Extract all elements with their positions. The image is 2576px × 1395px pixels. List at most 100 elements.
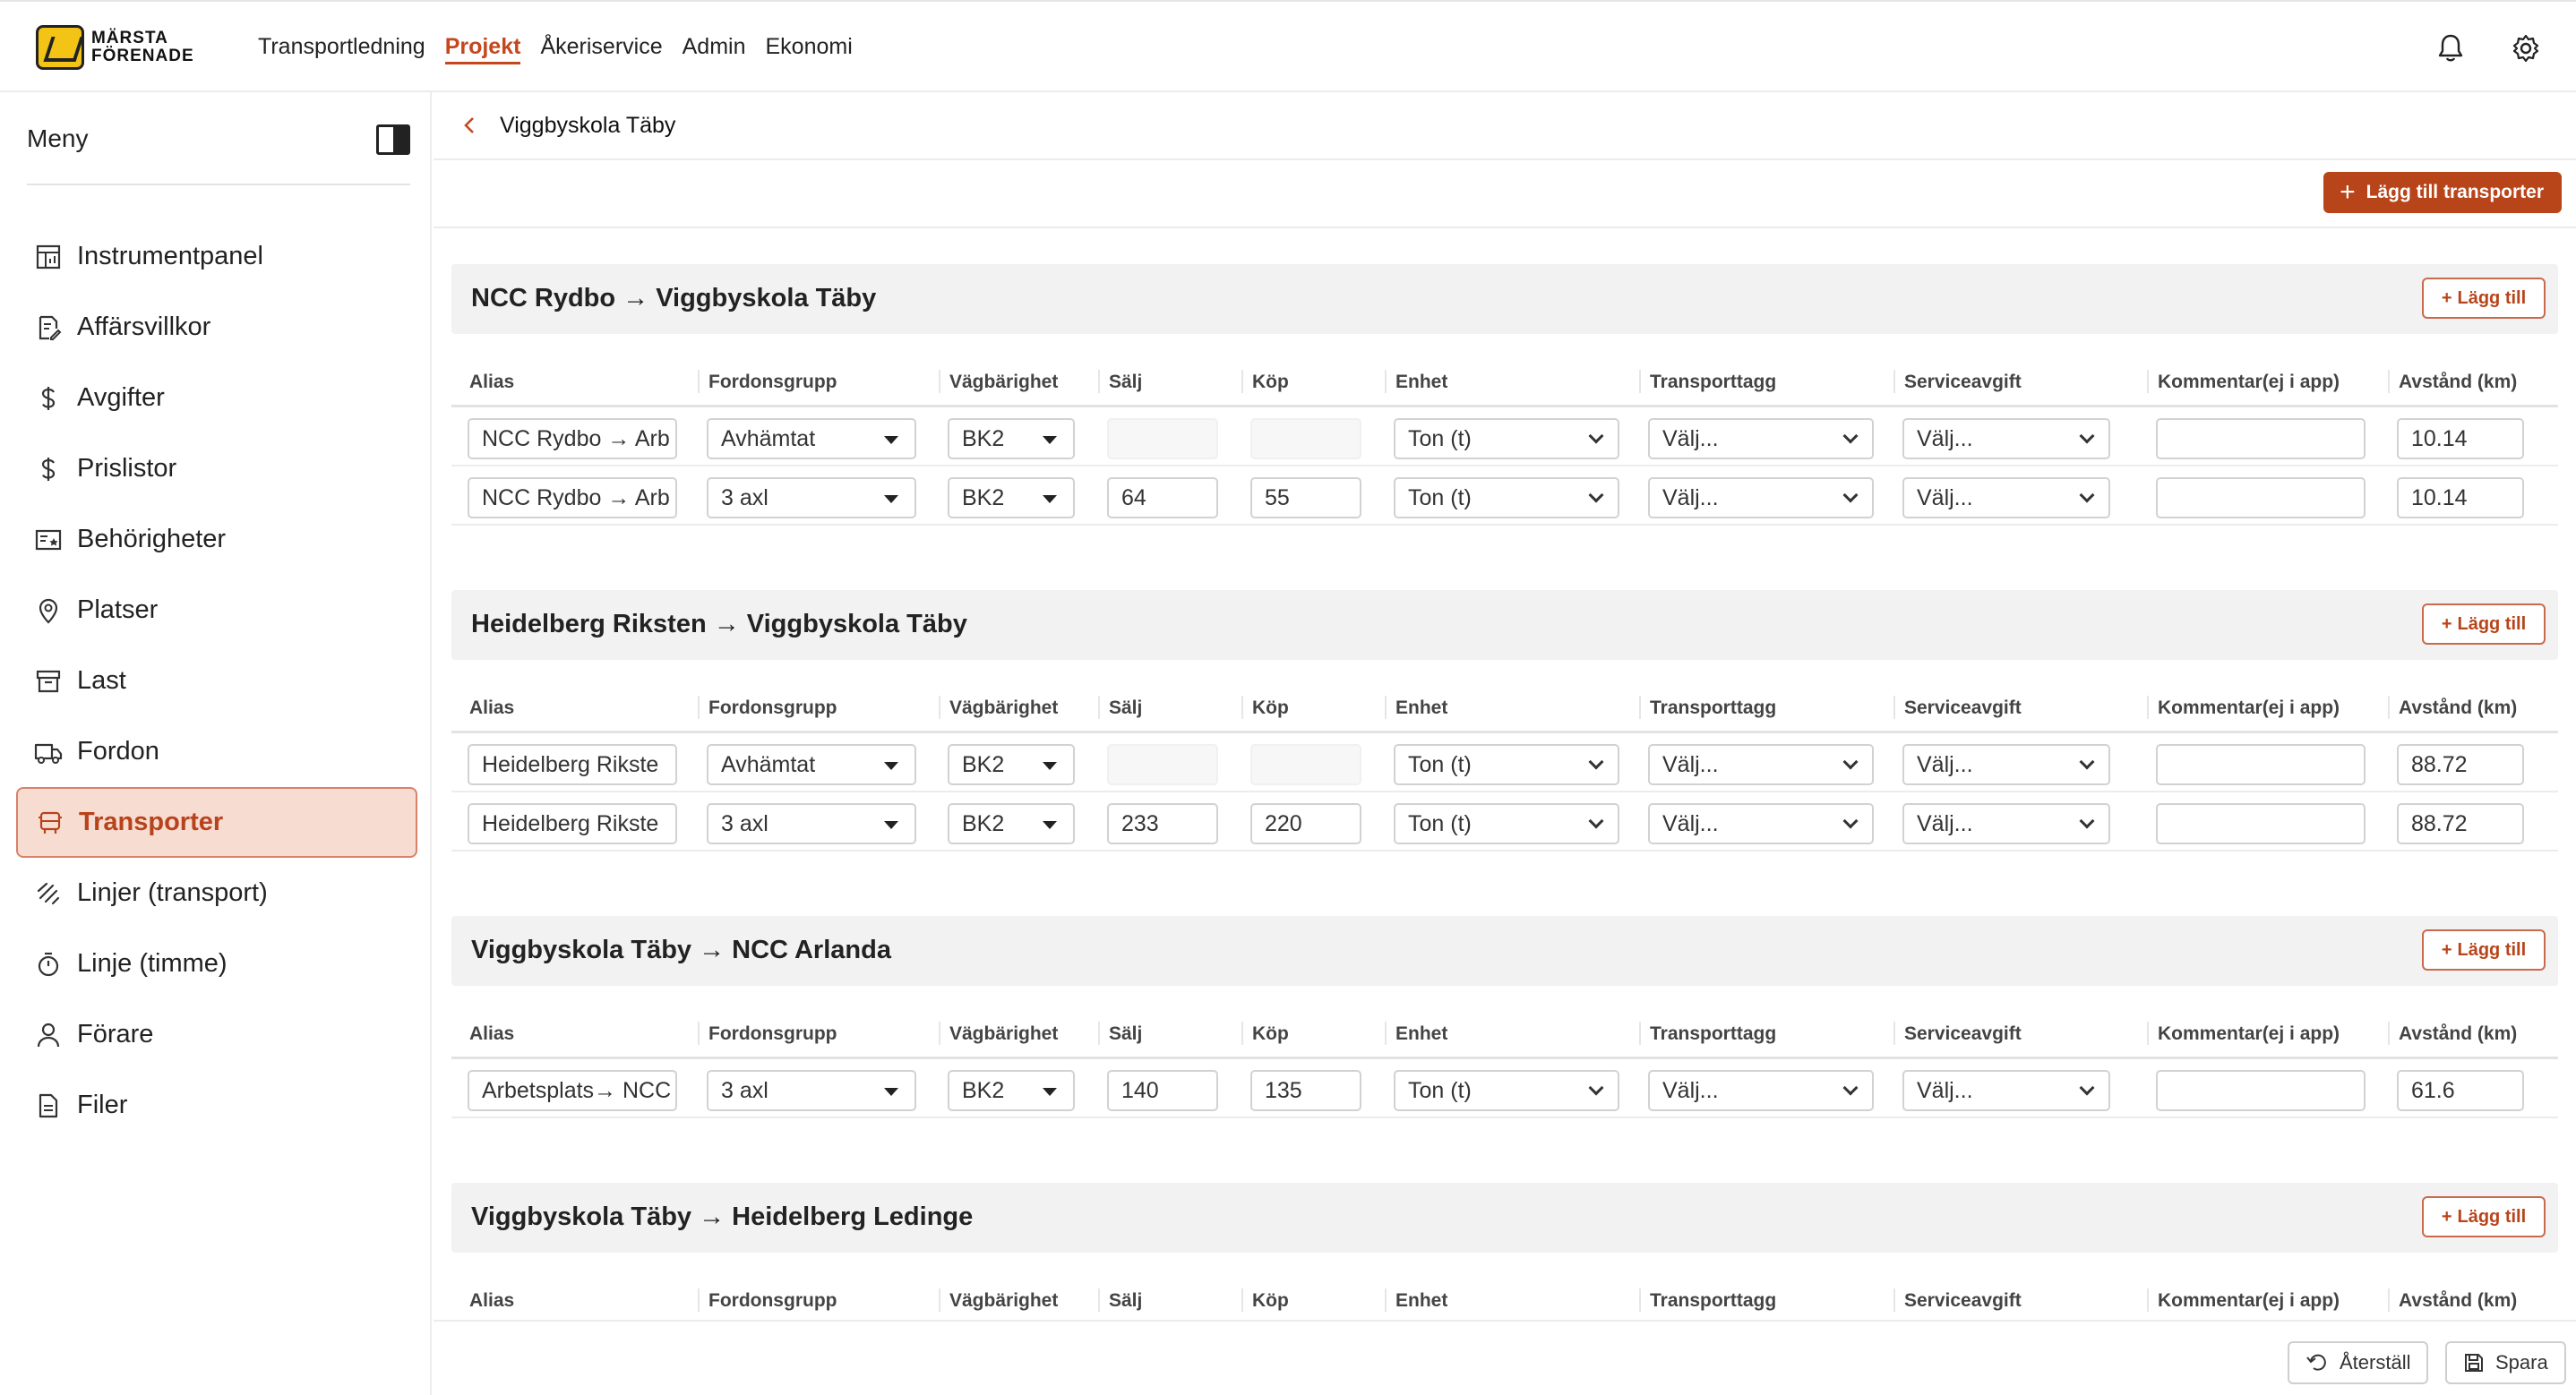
add-row-button[interactable]: + Lägg till bbox=[2422, 603, 2546, 645]
sidebar-item-prislistor[interactable]: Prislistor bbox=[16, 433, 417, 504]
serviceavgift-select[interactable]: Välj... bbox=[1902, 418, 2110, 459]
fordonsgrupp-select[interactable]: 3 axl bbox=[707, 477, 916, 518]
kommentar-input[interactable] bbox=[2156, 744, 2366, 785]
kommentar-input[interactable] bbox=[2156, 803, 2366, 844]
serviceavgift-select[interactable]: Välj... bbox=[1902, 803, 2110, 844]
alias-input[interactable]: Arbetsplats→ NCC bbox=[468, 1070, 677, 1111]
kommentar-input[interactable] bbox=[2156, 1070, 2366, 1111]
topnav-akeriservice[interactable]: Åkeriservice bbox=[540, 34, 662, 64]
plus-icon: + bbox=[2441, 287, 2452, 308]
kop-input[interactable] bbox=[1250, 744, 1361, 785]
kommentar-input[interactable] bbox=[2156, 418, 2366, 459]
avstand-input[interactable]: 61.6 bbox=[2397, 1070, 2524, 1111]
serviceavgift-select[interactable]: Välj... bbox=[1902, 477, 2110, 518]
topnav-ekonomi[interactable]: Ekonomi bbox=[765, 34, 852, 64]
kop-input[interactable] bbox=[1250, 418, 1361, 459]
chevron-down-icon bbox=[1842, 813, 1859, 829]
transporttagg-select[interactable]: Välj... bbox=[1648, 1070, 1874, 1111]
kop-input[interactable]: 220 bbox=[1250, 803, 1361, 844]
topnav-transportledning[interactable]: Transportledning bbox=[258, 34, 425, 64]
sidebar-toggle-icon[interactable] bbox=[376, 124, 410, 155]
fordonsgrupp-select[interactable]: 3 axl bbox=[707, 803, 916, 844]
sidebar-item-transporter[interactable]: Transporter bbox=[16, 787, 417, 858]
transporttagg-select[interactable]: Välj... bbox=[1648, 803, 1874, 844]
enhet-select[interactable]: Ton (t) bbox=[1394, 418, 1619, 459]
vagbarighet-select[interactable]: BK2 bbox=[948, 477, 1075, 518]
topnav-admin[interactable]: Admin bbox=[683, 34, 746, 64]
salj-input[interactable]: 140 bbox=[1107, 1070, 1218, 1111]
bell-icon[interactable] bbox=[2434, 32, 2467, 64]
enhet-select[interactable]: Ton (t) bbox=[1394, 1070, 1619, 1111]
back-chevron-icon[interactable] bbox=[455, 111, 484, 140]
transporttagg-select[interactable]: Välj... bbox=[1648, 477, 1874, 518]
column-divider bbox=[1385, 1288, 1387, 1312]
save-button[interactable]: Spara bbox=[2445, 1341, 2566, 1384]
sidebar-item-avgifter[interactable]: Avgifter bbox=[16, 363, 417, 433]
sidebar-item-behorigheter[interactable]: Behörigheter bbox=[16, 504, 417, 575]
kop-input[interactable]: 55 bbox=[1250, 477, 1361, 518]
salj-input[interactable] bbox=[1107, 418, 1218, 459]
add-row-button[interactable]: + Lägg till bbox=[2422, 278, 2546, 319]
add-transports-button[interactable]: + Lägg till transporter bbox=[2323, 172, 2562, 213]
column-divider bbox=[1241, 696, 1243, 719]
transporttagg-select[interactable]: Välj... bbox=[1648, 744, 1874, 785]
kop-value: 55 bbox=[1265, 484, 1290, 510]
alias-input[interactable]: Heidelberg Rikste bbox=[468, 744, 677, 785]
add-row-button[interactable]: + Lägg till bbox=[2422, 1196, 2546, 1237]
sidebar-item-platser[interactable]: Platser bbox=[16, 575, 417, 646]
enhet-select[interactable]: Ton (t) bbox=[1394, 477, 1619, 518]
reset-button[interactable]: Återställ bbox=[2288, 1341, 2429, 1384]
vagbarighet-select[interactable]: BK2 bbox=[948, 418, 1075, 459]
caret-down-icon bbox=[1043, 1088, 1057, 1096]
brand-logo[interactable]: MÄRSTA FÖRENADE bbox=[36, 25, 194, 70]
caret-down-icon bbox=[1043, 762, 1057, 770]
sidebar-item-affarsvillkor[interactable]: Affärsvillkor bbox=[16, 292, 417, 363]
fordonsgrupp-select[interactable]: 3 axl bbox=[707, 1070, 916, 1111]
chevron-down-icon bbox=[1588, 487, 1604, 503]
enhet-select[interactable]: Ton (t) bbox=[1394, 803, 1619, 844]
vagbarighet-select[interactable]: BK2 bbox=[948, 803, 1075, 844]
fordonsgrupp-select[interactable]: Avhämtat bbox=[707, 744, 916, 785]
sidebar-item-filer[interactable]: Filer bbox=[16, 1070, 417, 1141]
avstand-input[interactable]: 88.72 bbox=[2397, 803, 2524, 844]
column-divider bbox=[939, 696, 940, 719]
brand-line-1: MÄRSTA bbox=[91, 29, 168, 47]
salj-input[interactable]: 233 bbox=[1107, 803, 1218, 844]
route-section: Heidelberg Riksten → Viggbyskola Täby + Lä… bbox=[451, 590, 2558, 852]
alias-input[interactable]: NCC Rydbo → Arb bbox=[468, 418, 677, 459]
avstand-input[interactable]: 88.72 bbox=[2397, 744, 2524, 785]
column-divider bbox=[1098, 370, 1100, 393]
gear-icon[interactable] bbox=[2510, 32, 2542, 64]
dashboard-icon bbox=[34, 243, 63, 271]
salj-input[interactable]: 64 bbox=[1107, 477, 1218, 518]
add-row-button[interactable]: + Lägg till bbox=[2422, 929, 2546, 971]
sidebar-item-linje-timme[interactable]: Linje (timme) bbox=[16, 929, 417, 999]
avstand-input[interactable]: 10.14 bbox=[2397, 477, 2524, 518]
avstand-input[interactable]: 10.14 bbox=[2397, 418, 2524, 459]
vagbarighet-select[interactable]: BK2 bbox=[948, 1070, 1075, 1111]
enhet-select[interactable]: Ton (t) bbox=[1394, 744, 1619, 785]
chevron-down-icon bbox=[1842, 1080, 1859, 1096]
vagbarighet-select[interactable]: BK2 bbox=[948, 744, 1075, 785]
alias-input[interactable]: NCC Rydbo → Arb bbox=[468, 477, 677, 518]
transporttagg-select[interactable]: Välj... bbox=[1648, 418, 1874, 459]
sidebar-item-linjer-transport[interactable]: Linjer (transport) bbox=[16, 858, 417, 929]
sidebar-item-forare[interactable]: Förare bbox=[16, 999, 417, 1070]
vagbarighet-value: BK2 bbox=[962, 751, 1005, 777]
route-header: Heidelberg Riksten → Viggbyskola Täby + Lä… bbox=[451, 590, 2558, 660]
fordonsgrupp-select[interactable]: Avhämtat bbox=[707, 418, 916, 459]
kop-input[interactable]: 135 bbox=[1250, 1070, 1361, 1111]
caret-down-icon bbox=[884, 495, 898, 503]
alias-input[interactable]: Heidelberg Rikste bbox=[468, 803, 677, 844]
sidebar-item-instrumentpanel[interactable]: Instrumentpanel bbox=[16, 221, 417, 292]
serviceavgift-select[interactable]: Välj... bbox=[1902, 1070, 2110, 1111]
reset-icon bbox=[2306, 1354, 2326, 1371]
kommentar-input[interactable] bbox=[2156, 477, 2366, 518]
column-divider bbox=[1098, 1022, 1100, 1045]
sidebar-item-fordon[interactable]: Fordon bbox=[16, 716, 417, 787]
serviceavgift-select[interactable]: Välj... bbox=[1902, 744, 2110, 785]
sidebar-item-last[interactable]: Last bbox=[16, 646, 417, 716]
column-header: Köp bbox=[1252, 372, 1289, 392]
topnav-projekt[interactable]: Projekt bbox=[444, 34, 521, 64]
salj-input[interactable] bbox=[1107, 744, 1218, 785]
